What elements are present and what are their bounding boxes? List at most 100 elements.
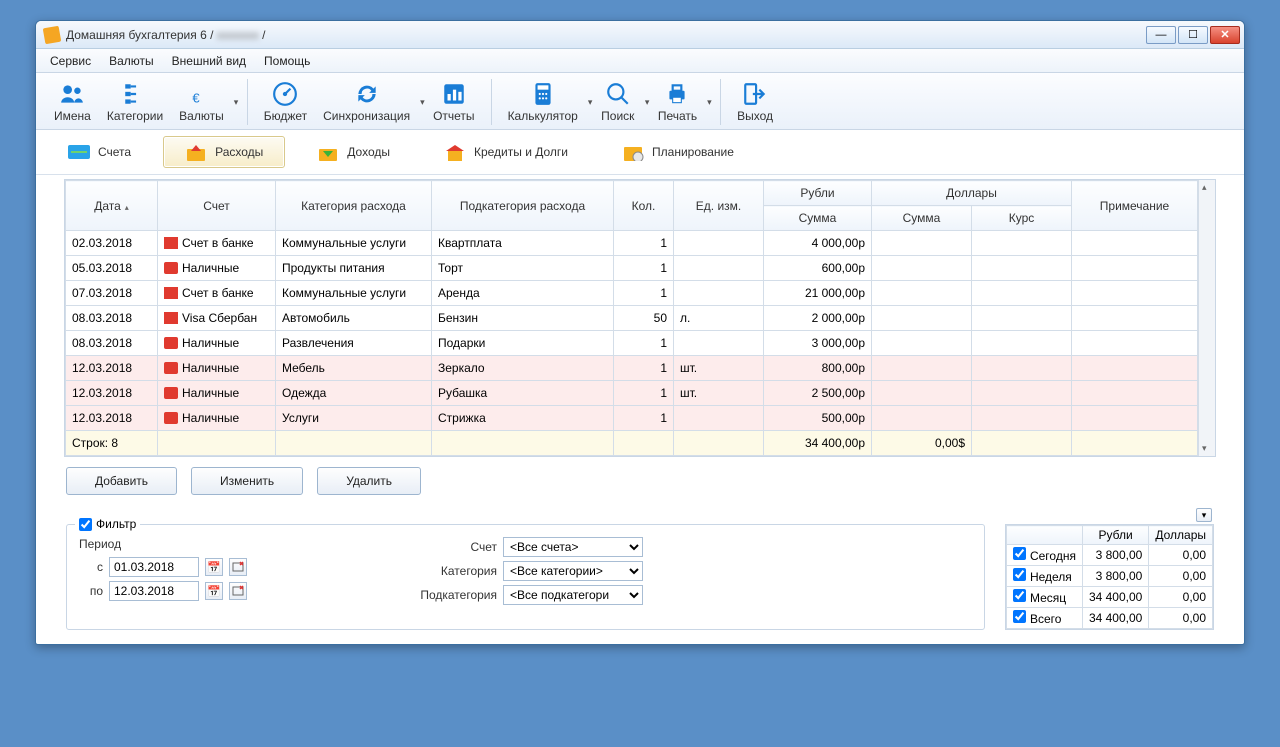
collapse-toggle[interactable]: ▾	[1196, 508, 1212, 522]
tab-income[interactable]: Доходы	[295, 136, 412, 168]
minimize-button[interactable]: —	[1146, 26, 1176, 44]
sort-asc-icon: ▴	[125, 203, 129, 212]
col-subcategory[interactable]: Подкатегория расхода	[432, 181, 614, 231]
table-row[interactable]: 12.03.2018НаличныеУслугиСтрижка1500,00р	[66, 406, 1198, 431]
col-account[interactable]: Счет	[158, 181, 276, 231]
table-row[interactable]: 12.03.2018НаличныеОдеждаРубашка1шт.2 500…	[66, 381, 1198, 406]
edit-button[interactable]: Изменить	[191, 467, 303, 495]
printer-icon	[664, 81, 690, 107]
tab-credits[interactable]: Кредиты и Долги	[422, 136, 590, 168]
tb-search[interactable]: Поиск	[593, 79, 643, 125]
table-row[interactable]: 08.03.2018НаличныеРазвлеченияПодарки13 0…	[66, 331, 1198, 356]
col-usd[interactable]: Доллары	[872, 181, 1072, 206]
tb-sync[interactable]: Синхронизация	[315, 79, 418, 125]
planning-icon	[622, 142, 644, 162]
date-from-clear[interactable]	[229, 558, 247, 576]
cash-icon	[164, 362, 178, 374]
menu-currencies[interactable]: Валюты	[101, 51, 162, 71]
date-to-input[interactable]	[109, 581, 199, 601]
calculator-icon	[530, 81, 556, 107]
window-title: Домашняя бухгалтерия 6 / xxxxxxx /	[66, 28, 1146, 42]
table-row[interactable]: 05.03.2018НаличныеПродукты питанияТорт16…	[66, 256, 1198, 281]
income-icon	[317, 142, 339, 162]
date-from-picker[interactable]: 📅	[205, 558, 223, 576]
tb-currencies-dropdown[interactable]: ▾	[232, 97, 239, 108]
col-unit[interactable]: Ед. изм.	[674, 181, 764, 231]
app-window: Домашняя бухгалтерия 6 / xxxxxxx / — ☐ ✕…	[35, 20, 1245, 645]
table-row[interactable]: 12.03.2018НаличныеМебельЗеркало1шт.800,0…	[66, 356, 1198, 381]
grid-scrollbar[interactable]	[1198, 180, 1215, 456]
tb-calc-dropdown[interactable]: ▾	[586, 97, 593, 108]
menu-help[interactable]: Помощь	[256, 51, 318, 71]
menu-service[interactable]: Сервис	[42, 51, 99, 71]
date-from-input[interactable]	[109, 557, 199, 577]
summary-check[interactable]	[1013, 547, 1026, 560]
tb-search-dropdown[interactable]: ▾	[643, 97, 650, 108]
add-button[interactable]: Добавить	[66, 467, 177, 495]
from-label: с	[79, 560, 103, 574]
tb-calc[interactable]: Калькулятор	[500, 79, 586, 125]
filter-category-select[interactable]: <Все категории>	[503, 561, 643, 581]
summary-check[interactable]	[1013, 610, 1026, 623]
col-usd-sum[interactable]: Сумма	[872, 206, 972, 231]
sync-icon	[354, 81, 380, 107]
card-icon	[164, 312, 178, 324]
col-category[interactable]: Категория расхода	[276, 181, 432, 231]
tb-print[interactable]: Печать	[650, 79, 705, 125]
table-row[interactable]: 02.03.2018Счет в банкеКоммунальные услуг…	[66, 231, 1198, 256]
tb-names[interactable]: Имена	[46, 79, 99, 125]
filter-subcategory-label: Подкатегория	[407, 588, 497, 602]
gauge-icon	[272, 81, 298, 107]
toolbar: Имена Категории €Валюты ▾ Бюджет Синхрон…	[36, 73, 1244, 130]
euro-icon: €	[188, 81, 214, 107]
summary-check[interactable]	[1013, 568, 1026, 581]
filter-checkbox[interactable]	[79, 518, 92, 531]
filter-account-select[interactable]: <Все счета>	[503, 537, 643, 557]
cash-icon	[164, 387, 178, 399]
col-rub-sum[interactable]: Сумма	[764, 206, 872, 231]
tree-icon	[122, 81, 148, 107]
tb-exit[interactable]: Выход	[729, 79, 781, 125]
summary-check[interactable]	[1013, 589, 1026, 602]
bank-icon	[164, 237, 178, 249]
app-icon	[43, 25, 62, 44]
cash-icon	[164, 337, 178, 349]
tb-budget[interactable]: Бюджет	[256, 79, 315, 125]
date-to-clear[interactable]	[229, 582, 247, 600]
delete-button[interactable]: Удалить	[317, 467, 421, 495]
summary-row: Месяц34 400,000,00	[1006, 587, 1212, 608]
table-row[interactable]: 07.03.2018Счет в банкеКоммунальные услуг…	[66, 281, 1198, 306]
filter-category-label: Категория	[407, 564, 497, 578]
menu-view[interactable]: Внешний вид	[164, 51, 254, 71]
close-button[interactable]: ✕	[1210, 26, 1240, 44]
tb-currencies[interactable]: €Валюты	[171, 79, 232, 125]
summary-panel: РублиДоллары Сегодня3 800,000,00Неделя3 …	[1005, 524, 1214, 630]
accounts-icon	[68, 142, 90, 162]
maximize-button[interactable]: ☐	[1178, 26, 1208, 44]
tb-sync-dropdown[interactable]: ▾	[418, 97, 425, 108]
col-qty[interactable]: Кол.	[614, 181, 674, 231]
users-icon	[59, 81, 85, 107]
cash-icon	[164, 262, 178, 274]
col-note[interactable]: Примечание	[1072, 181, 1198, 231]
tb-categories[interactable]: Категории	[99, 79, 171, 125]
table-row[interactable]: 08.03.2018Visa СбербанАвтомобильБензин50…	[66, 306, 1198, 331]
tb-print-dropdown[interactable]: ▾	[705, 97, 712, 108]
expenses-grid: Дата▴ Счет Категория расхода Подкатегори…	[64, 179, 1216, 457]
tb-reports[interactable]: Отчеты	[425, 79, 482, 125]
tab-planning[interactable]: Планирование	[600, 136, 756, 168]
tab-expenses[interactable]: Расходы	[163, 136, 285, 168]
col-rub[interactable]: Рубли	[764, 181, 872, 206]
grid-footer: Строк: 8 34 400,00р 0,00$	[66, 431, 1198, 456]
window-controls: — ☐ ✕	[1146, 26, 1240, 44]
filter-account-label: Счет	[407, 540, 497, 554]
expenses-icon	[185, 142, 207, 162]
date-to-picker[interactable]: 📅	[205, 582, 223, 600]
exit-icon	[742, 81, 768, 107]
col-date[interactable]: Дата▴	[66, 181, 158, 231]
col-usd-rate[interactable]: Курс	[972, 206, 1072, 231]
filter-subcategory-select[interactable]: <Все подкатегори	[503, 585, 643, 605]
summary-row: Всего34 400,000,00	[1006, 608, 1212, 629]
to-label: по	[79, 584, 103, 598]
tab-accounts[interactable]: Счета	[46, 136, 153, 168]
